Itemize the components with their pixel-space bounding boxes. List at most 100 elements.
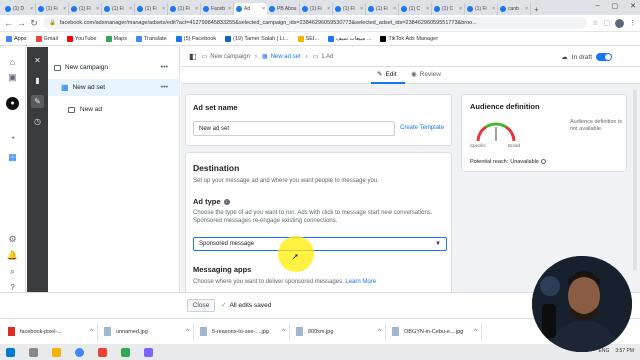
chrome-icon[interactable] — [75, 347, 84, 357]
browser-tab[interactable]: (1) C × — [399, 3, 432, 15]
reload-icon[interactable]: ↻ — [30, 18, 38, 29]
bookmark-item[interactable]: (19) Tamer Salah | Li... — [225, 35, 289, 42]
close-tab-icon[interactable]: × — [195, 6, 198, 12]
url-field[interactable]: 🔒 facebook.com/adsmanager/manage/adsets/… — [43, 17, 588, 29]
info-icon[interactable]: i — [223, 198, 230, 205]
bookmark-item[interactable]: Apps — [6, 35, 27, 42]
breadcrumb-ads[interactable]: ▭ 1 Ad — [313, 53, 334, 61]
close-window-icon[interactable]: ✕ — [630, 2, 636, 10]
close-tab-icon[interactable]: × — [96, 6, 99, 12]
forward-icon[interactable]: → — [17, 18, 26, 28]
browser-tab[interactable]: (1) Fi × — [69, 3, 102, 15]
close-tab-icon[interactable]: × — [393, 6, 396, 12]
chevron-up-icon[interactable]: ^ — [282, 329, 285, 335]
browser-tab[interactable]: (1) Fi × — [366, 3, 399, 15]
speedometer-icon[interactable]: ◔ — [6, 131, 19, 144]
windows-start-icon[interactable] — [6, 347, 15, 357]
maximize-icon[interactable]: ▢ — [612, 2, 619, 10]
settings-icon[interactable]: ⚙ — [6, 233, 19, 246]
app-icon[interactable] — [121, 347, 130, 357]
file-explorer-icon[interactable] — [52, 347, 61, 357]
back-icon[interactable]: ← — [4, 18, 13, 28]
bookmark-item[interactable]: YouTube — [66, 35, 97, 42]
home-icon[interactable]: ⌂ — [6, 55, 19, 68]
download-item[interactable]: 5-reasons-to-see-....jpg ^ — [200, 322, 290, 341]
campaign-more-icon[interactable]: ••• — [161, 64, 168, 71]
chevron-up-icon[interactable]: ^ — [186, 329, 189, 335]
chevron-up-icon[interactable]: ^ — [378, 329, 381, 335]
language-indicator[interactable]: ENG — [599, 348, 610, 354]
clock[interactable]: 3:57 PM — [615, 348, 634, 354]
download-item[interactable]: 800xm.jpg ^ — [296, 322, 386, 341]
bookmark-item[interactable]: SEI... — [297, 35, 319, 42]
browser-tab[interactable]: Faceb × — [201, 3, 234, 15]
ads-manager-grid-icon[interactable]: ▦ — [6, 151, 19, 164]
close-tab-icon[interactable]: × — [63, 6, 66, 12]
close-tab-icon[interactable]: × — [162, 6, 165, 12]
edit-pencil-icon[interactable]: ✎ — [31, 95, 44, 108]
extensions-icon[interactable]: ⬚ — [603, 19, 610, 27]
browser-tab[interactable]: (1) Fi × — [300, 3, 333, 15]
adset-name-input[interactable]: New ad set — [193, 121, 395, 136]
breadcrumb-adset[interactable]: ▦ New ad set — [262, 53, 301, 61]
profile-avatar[interactable] — [615, 18, 624, 28]
close-tab-icon[interactable]: × — [262, 6, 265, 12]
ad-type-select[interactable]: Sponsored message ▼ — [193, 237, 447, 251]
panel-toggle-icon[interactable]: ◧ — [189, 52, 197, 61]
app-icon[interactable] — [98, 347, 107, 357]
chevron-up-icon[interactable]: ^ — [474, 329, 477, 335]
browser-tab[interactable]: (1) Fi × — [135, 3, 168, 15]
close-tab-icon[interactable]: × — [360, 6, 363, 12]
account-icon[interactable]: ▣ — [6, 71, 19, 84]
minimize-icon[interactable]: – — [596, 2, 600, 10]
browser-tab[interactable]: Ad × — [234, 3, 267, 15]
chevron-up-icon[interactable]: ^ — [90, 329, 93, 335]
browser-tab[interactable]: (1) Fi × — [333, 3, 366, 15]
close-button[interactable]: Close — [187, 299, 215, 312]
browser-tab[interactable]: (1) C × — [432, 3, 465, 15]
bookmark-item[interactable]: (5) Facebook — [175, 35, 216, 42]
bookmark-item[interactable]: TikTok Ads Manager — [380, 35, 438, 42]
browser-tab[interactable]: (1) D × — [3, 3, 36, 15]
tab-review[interactable]: ◉ Review — [411, 70, 441, 79]
search-icon[interactable] — [29, 347, 38, 357]
browser-tab[interactable]: (1) Fi × — [168, 3, 201, 15]
tree-item-adset[interactable]: ▦ New ad set ••• — [48, 79, 180, 96]
browser-tab[interactable]: (1) Fi × — [465, 3, 498, 15]
publish-toggle[interactable] — [596, 53, 612, 61]
search-icon[interactable]: ⌕ — [6, 265, 19, 278]
notifications-icon[interactable]: 🔔 — [6, 249, 19, 262]
download-item[interactable]: unnamed.jpg ^ — [104, 322, 194, 341]
avatar[interactable]: ● — [6, 97, 19, 110]
bookmark-item[interactable]: مبيعات سيف ... — [328, 35, 371, 42]
browser-tab[interactable]: (1) Fi × — [36, 3, 69, 15]
chart-icon[interactable]: ▮ — [31, 74, 44, 87]
download-item[interactable]: OBGYN-in-Cebu-e....jpg ^ — [392, 322, 482, 341]
bookmark-item[interactable]: Gmail — [35, 35, 58, 42]
close-tab-icon[interactable]: × — [426, 6, 429, 12]
tree-item-ad[interactable]: New ad — [48, 101, 180, 118]
menu-kebab-icon[interactable]: ⋮ — [629, 19, 636, 27]
close-tab-icon[interactable]: × — [30, 6, 33, 12]
browser-tab[interactable]: (1) Fi × — [102, 3, 135, 15]
bookmark-item[interactable]: Translate — [136, 35, 167, 42]
close-editor-icon[interactable]: ✕ — [31, 54, 44, 67]
close-tab-icon[interactable]: × — [129, 6, 132, 12]
close-tab-icon[interactable]: × — [228, 6, 231, 12]
learn-more-link[interactable]: Learn More — [345, 279, 376, 285]
browser-tab[interactable]: canb × — [498, 3, 531, 15]
adset-more-icon[interactable]: ••• — [161, 84, 168, 91]
close-tab-icon[interactable]: × — [525, 6, 528, 12]
info-icon[interactable] — [540, 159, 546, 164]
bookmark-item[interactable]: Maps — [105, 35, 127, 42]
scrollbar[interactable] — [633, 90, 637, 270]
tab-edit[interactable]: ✎ Edit — [377, 70, 397, 79]
close-tab-icon[interactable]: × — [492, 6, 495, 12]
browser-tab[interactable]: PB Abou× — [267, 3, 300, 15]
close-tab-icon[interactable]: × — [327, 6, 330, 12]
create-template-link[interactable]: Create Template — [400, 125, 444, 131]
download-item[interactable]: facebook-pixel-... ^ — [8, 322, 98, 341]
breadcrumb-campaign[interactable]: ▭ New campaign — [202, 53, 250, 61]
star-icon[interactable]: ☆ — [592, 19, 598, 27]
history-icon[interactable]: ◷ — [31, 115, 44, 128]
